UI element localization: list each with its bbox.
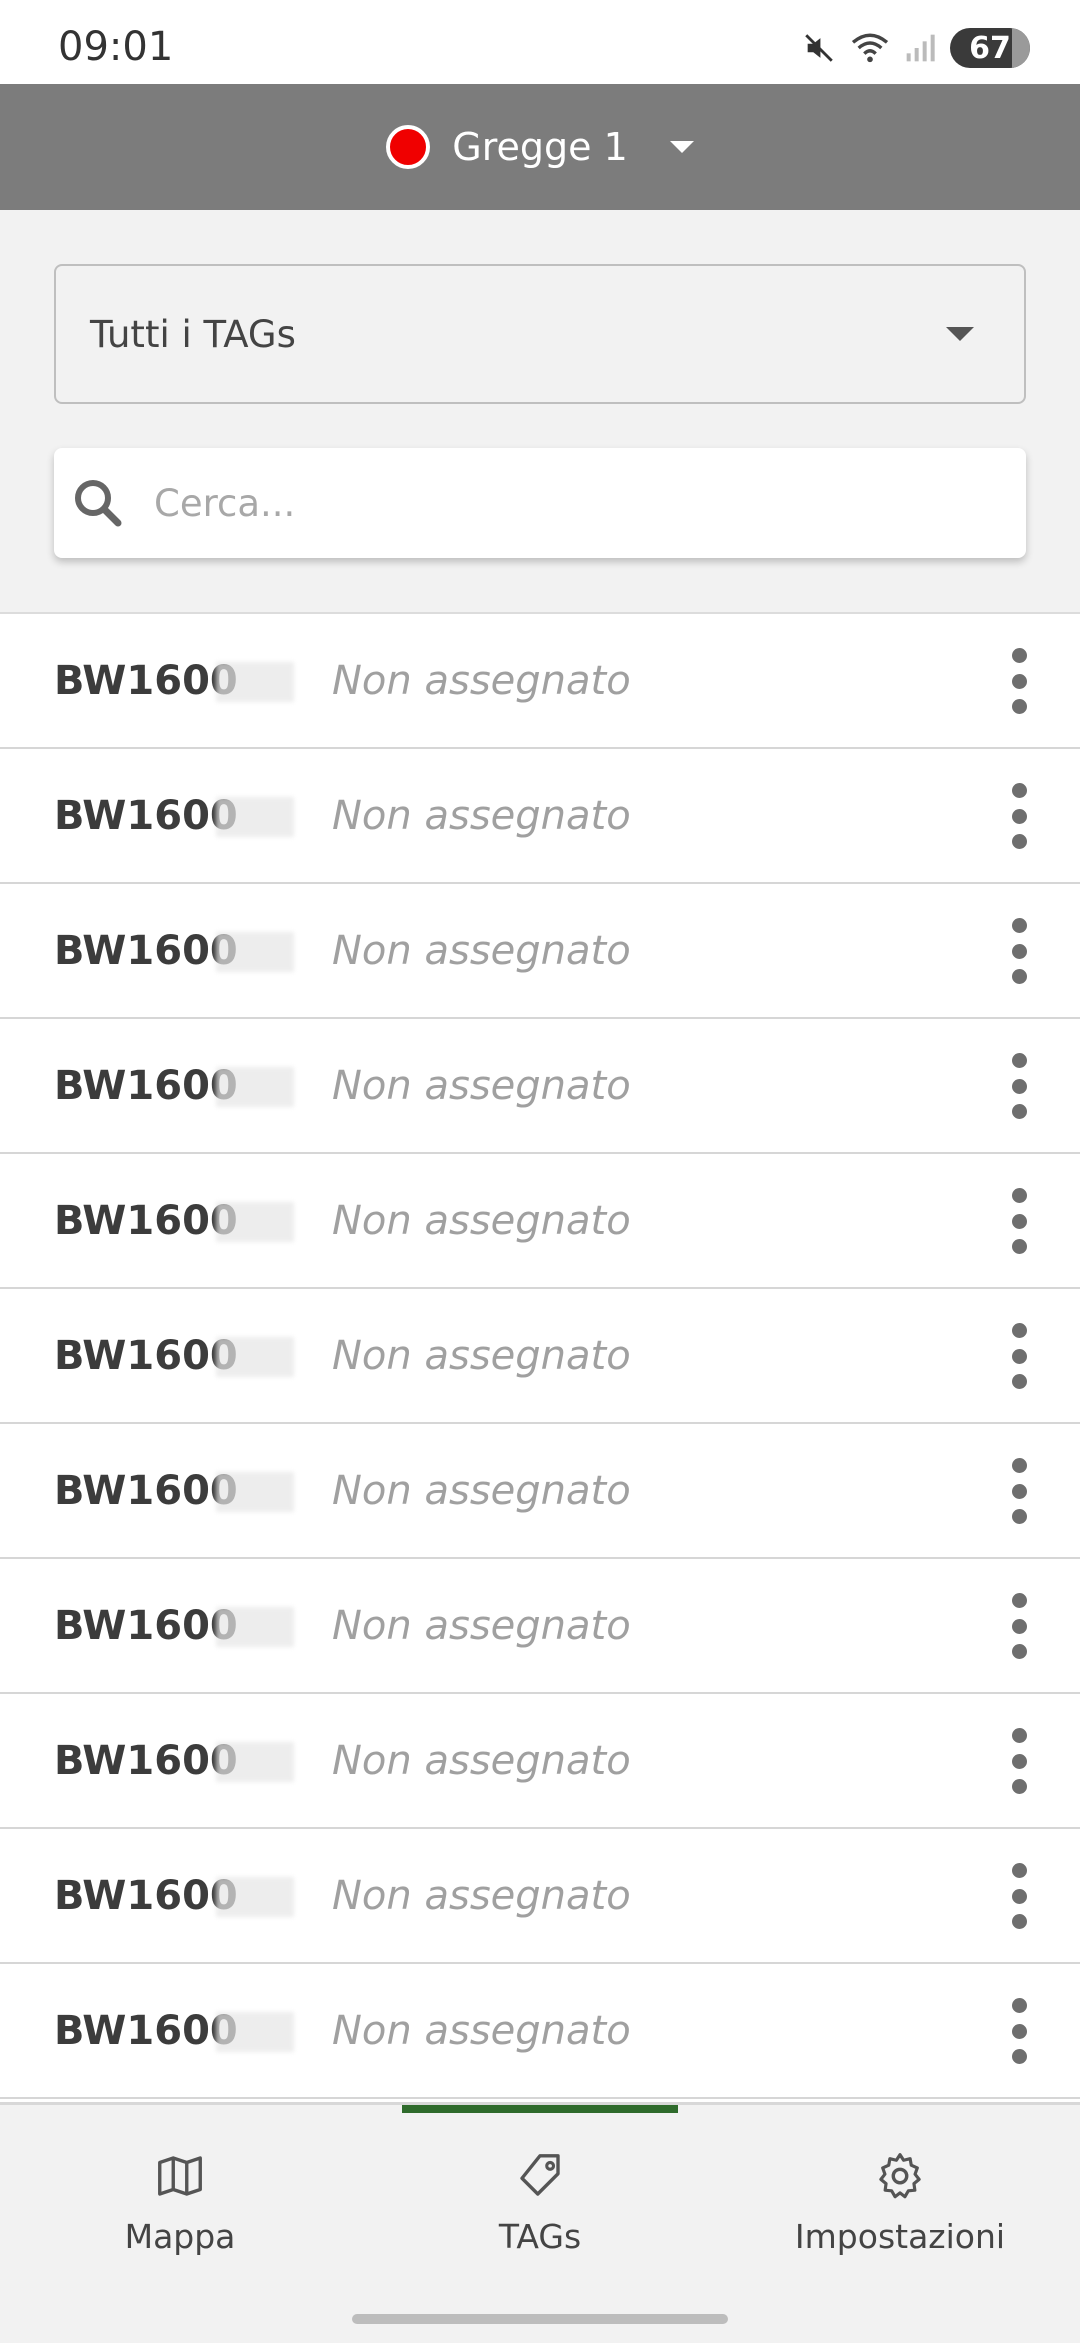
tag-row[interactable]: BW1600 Non assegnato [0, 1289, 1080, 1424]
battery-level: 67 [969, 30, 1011, 66]
redacted-area [216, 1877, 294, 1917]
app-header: Gregge 1 [0, 84, 1080, 210]
redacted-area [216, 662, 294, 702]
tag-id: BW1600 [54, 1197, 238, 1244]
tag-status: Non assegnato [332, 1872, 631, 1919]
flock-name: Gregge 1 [452, 125, 628, 169]
tag-row[interactable]: BW1600 Non assegnato [0, 749, 1080, 884]
wifi-icon [851, 33, 889, 63]
more-options-icon[interactable] [1004, 1053, 1034, 1119]
tag-status: Non assegnato [332, 927, 631, 974]
redacted-area [216, 932, 294, 972]
tag-id: BW1600 [54, 1602, 238, 1649]
nav-item-mappa[interactable]: Mappa [0, 2149, 360, 2269]
mute-icon [805, 34, 833, 62]
tag-row[interactable]: BW1600 Non assegnato [0, 1019, 1080, 1154]
active-tab-indicator [402, 2105, 678, 2113]
nav-label: Mappa [124, 2217, 236, 2256]
tag-status: Non assegnato [332, 657, 631, 704]
tag-id: BW1600 [54, 1467, 238, 1514]
nav-item-tags[interactable]: TAGs [360, 2149, 720, 2269]
tag-list: BW1600 Non assegnato BW1600 Non assegnat… [0, 612, 1080, 2104]
tag-status: Non assegnato [332, 2007, 631, 2054]
redacted-area [216, 1202, 294, 1242]
more-options-icon[interactable] [1004, 1593, 1034, 1659]
more-options-icon[interactable] [1004, 1863, 1034, 1929]
tag-row[interactable]: BW1600 Non assegnato [0, 884, 1080, 1019]
tag-icon [520, 2154, 560, 2196]
tag-id: BW1600 [54, 1737, 238, 1784]
redacted-area [216, 1067, 294, 1107]
tag-row[interactable]: BW1600 Non assegnato [0, 1829, 1080, 1964]
more-options-icon[interactable] [1004, 1458, 1034, 1524]
tag-status: Non assegnato [332, 792, 631, 839]
tag-status: Non assegnato [332, 1062, 631, 1109]
tag-id: BW1600 [54, 927, 238, 974]
tag-status: Non assegnato [332, 1737, 631, 1784]
signal-icon [906, 34, 935, 62]
map-icon [158, 2156, 202, 2196]
tag-row[interactable]: BW1600 Non assegnato [0, 1694, 1080, 1829]
gear-icon [879, 2153, 921, 2199]
tag-filter-value: Tutti i TAGs [90, 312, 296, 356]
tag-row[interactable]: BW1600 Non assegnato [0, 1424, 1080, 1559]
more-options-icon[interactable] [1004, 1728, 1034, 1794]
more-options-icon[interactable] [1004, 648, 1034, 714]
more-options-icon[interactable] [1004, 1323, 1034, 1389]
tag-id: BW1600 [54, 657, 238, 704]
chevron-down-icon [669, 141, 694, 153]
bottom-nav: Mappa TAGs Impostazioni [0, 2102, 1080, 2343]
tag-row[interactable]: BW1600 Non assegnato [0, 1964, 1080, 2099]
nav-label: TAGs [498, 2217, 582, 2256]
search-box [54, 448, 1026, 558]
battery-icon: 67 [950, 28, 1030, 68]
tag-row[interactable]: BW1600 Non assegnato [0, 1154, 1080, 1289]
status-icons: 67 [802, 26, 1030, 70]
more-options-icon[interactable] [1004, 1998, 1034, 2064]
more-options-icon[interactable] [1004, 783, 1034, 849]
tag-id: BW1600 [54, 2007, 238, 2054]
redacted-area [216, 2012, 294, 2052]
redacted-area [216, 1607, 294, 1647]
tag-id: BW1600 [54, 1332, 238, 1379]
search-input[interactable] [152, 480, 976, 526]
more-options-icon[interactable] [1004, 1188, 1034, 1254]
home-indicator[interactable] [352, 2314, 728, 2324]
tag-id: BW1600 [54, 1872, 238, 1919]
redacted-area [216, 1337, 294, 1377]
tag-status: Non assegnato [332, 1197, 631, 1244]
tag-id: BW1600 [54, 1062, 238, 1109]
tag-row[interactable]: BW1600 Non assegnato [0, 1559, 1080, 1694]
tag-status: Non assegnato [332, 1467, 631, 1514]
redacted-area [216, 1472, 294, 1512]
tag-filter-dropdown[interactable]: Tutti i TAGs [54, 264, 1026, 404]
tag-status: Non assegnato [332, 1602, 631, 1649]
tag-row[interactable]: BW1600 Non assegnato [0, 614, 1080, 749]
nav-item-impostazioni[interactable]: Impostazioni [720, 2149, 1080, 2269]
redacted-area [216, 797, 294, 837]
nav-label: Impostazioni [794, 2217, 1006, 2256]
status-bar: 09:01 67 [0, 0, 1080, 84]
tag-id: BW1600 [54, 792, 238, 839]
redacted-area [216, 1742, 294, 1782]
more-options-icon[interactable] [1004, 918, 1034, 984]
dropdown-arrow-icon [946, 327, 974, 341]
flock-selector[interactable]: Gregge 1 [386, 125, 694, 169]
status-time: 09:01 [58, 24, 174, 70]
flock-status-dot [386, 125, 431, 169]
search-icon [75, 480, 122, 527]
tag-status: Non assegnato [332, 1332, 631, 1379]
